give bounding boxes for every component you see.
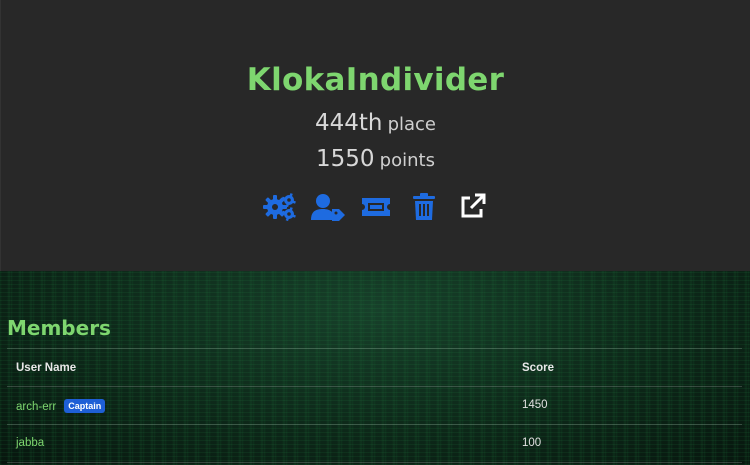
member-score: 100: [522, 437, 542, 449]
trash-icon: [412, 193, 435, 220]
members-button[interactable]: [310, 190, 346, 224]
team-name: KlokaIndivider: [246, 62, 505, 98]
column-user-name: User Name: [16, 362, 77, 374]
user-tag-icon: [310, 194, 345, 221]
column-score: Score: [522, 362, 554, 374]
delete-team-button[interactable]: [406, 190, 442, 224]
member-score: 1450: [522, 399, 548, 411]
ticket-button[interactable]: [358, 190, 394, 224]
member-link[interactable]: jabba: [16, 437, 44, 449]
settings-button[interactable]: [262, 190, 298, 224]
points-label: points: [379, 150, 435, 171]
external-link-icon: [461, 193, 485, 218]
team-actions: [1, 190, 750, 224]
table-row: jabba 100: [7, 425, 742, 463]
team-header: KlokaIndivider 444th place 1550 points: [0, 0, 750, 271]
member-name-cell: jabba: [16, 437, 44, 449]
open-profile-button[interactable]: [454, 190, 490, 224]
member-link[interactable]: arch-err: [16, 401, 56, 413]
points-number: 1550: [316, 146, 375, 172]
table-header: User Name Score: [7, 349, 742, 387]
members-heading: Members: [7, 316, 111, 340]
members-table: User Name Score arch-err Captain 1450 jab…: [7, 348, 742, 463]
settings-gears-icon: [262, 193, 296, 221]
team-place: 444th place: [1, 110, 750, 136]
place-label: place: [387, 114, 437, 135]
member-name-cell: arch-err Captain: [16, 399, 106, 413]
captain-badge: Captain: [64, 399, 106, 413]
team-points: 1550 points: [1, 146, 750, 172]
ticket-icon: [361, 198, 390, 216]
table-row: arch-err Captain 1450: [7, 387, 742, 425]
place-number: 444th: [314, 110, 383, 136]
